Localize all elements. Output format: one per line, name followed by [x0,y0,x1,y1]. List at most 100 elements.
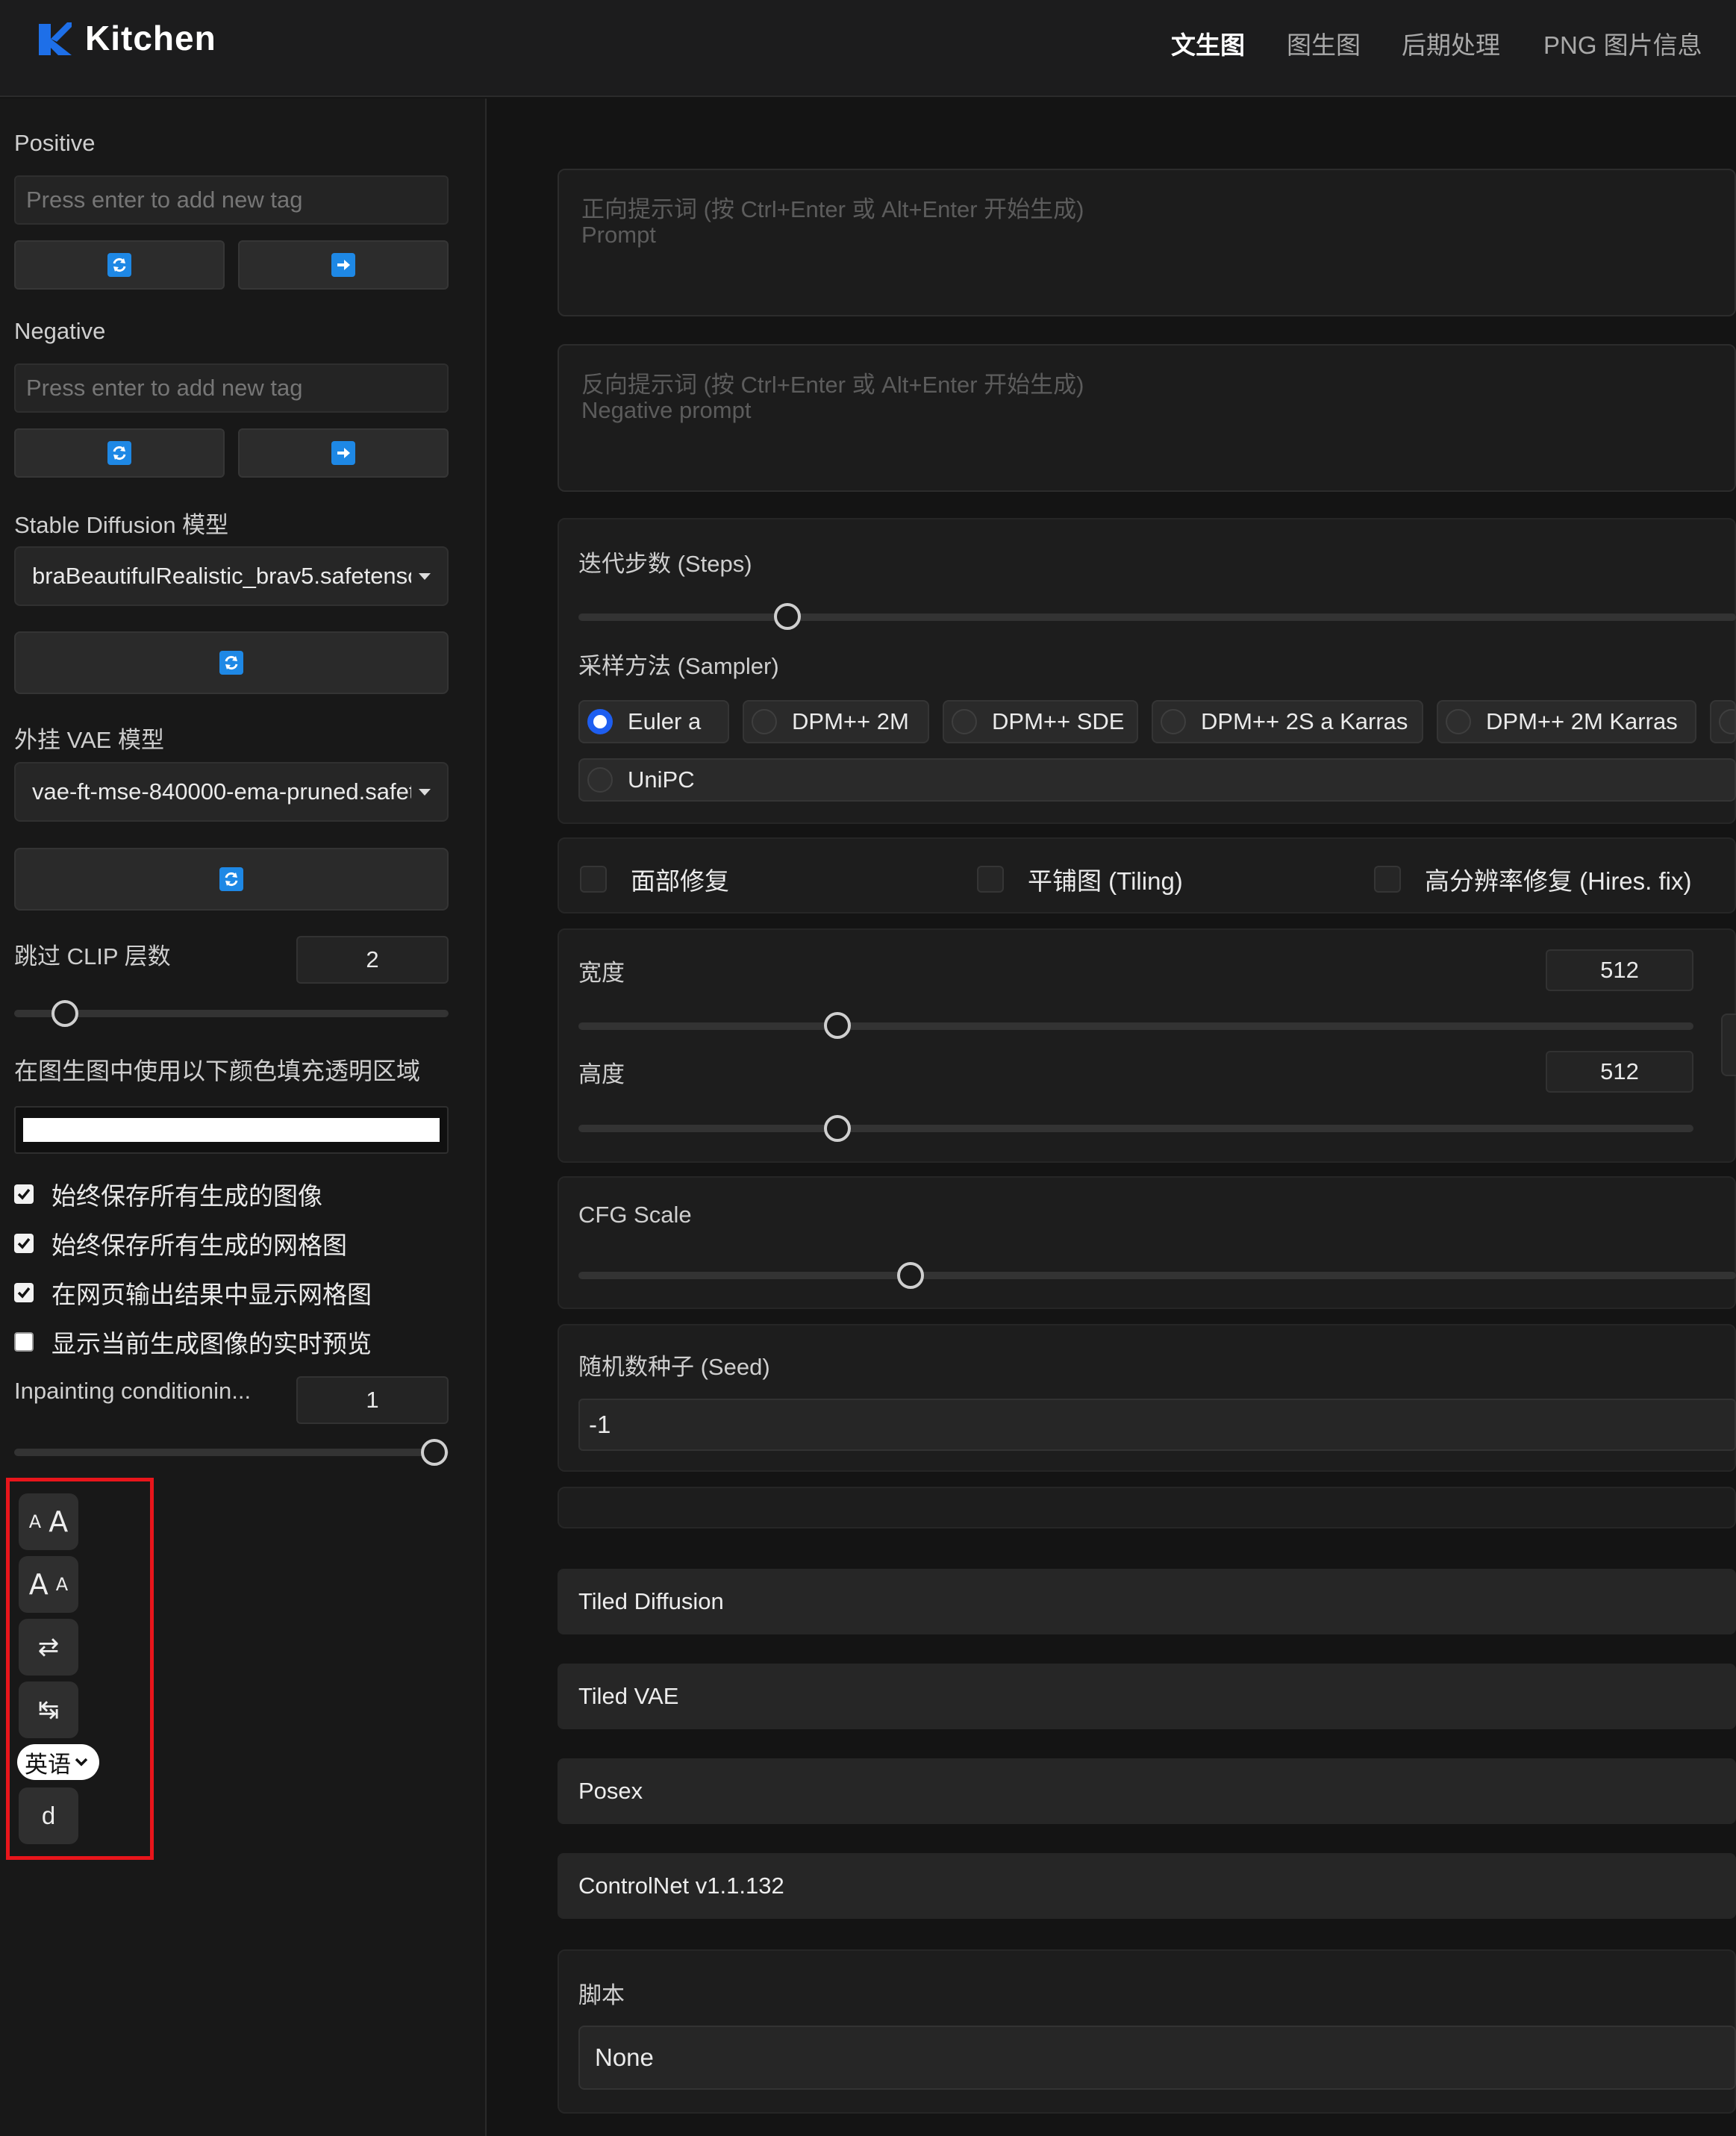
height-input[interactable]: 512 [1546,1051,1693,1093]
sampler-option-dpm-2m-karras[interactable]: DPM++ 2M Karras [1437,700,1696,743]
width-input[interactable]: 512 [1546,949,1693,991]
steps-label: 迭代步数 (Steps) [578,551,752,577]
app-title: Kitchen [85,19,216,57]
language-value: 英语 [25,1751,71,1778]
sampler-option-unipc[interactable]: UniPC [578,758,1736,802]
tab-extras[interactable]: 后期处理 [1402,25,1500,61]
cfg-slider-thumb[interactable] [897,1262,924,1289]
sampler-option-more[interactable] [1710,700,1736,743]
width-label: 宽度 [578,960,625,986]
sampler-option-dpm-2m[interactable]: DPM++ 2M [743,700,929,743]
hires-fix-label: 高分辨率修复 (Hires. fix) [1425,867,1692,895]
positive-send-button[interactable] [238,240,449,290]
tab-txt2img[interactable]: 文生图 [1171,25,1245,61]
save-grids-checkbox[interactable]: 始终保存所有生成的网格图 [14,1225,347,1261]
tab-img2img[interactable]: 图生图 [1287,25,1361,61]
font-decrease-button[interactable]: AA [19,1556,78,1613]
positive-label: Positive [14,130,96,156]
checkbox-unchecked-icon [1374,866,1401,893]
sampler-option-dpm-2s-a-karras[interactable]: DPM++ 2S a Karras [1152,700,1423,743]
checkbox-checked-icon [14,1184,34,1204]
radio-unselected-icon [952,709,977,734]
script-label: 脚本 [578,1982,625,2008]
height-slider-thumb[interactable] [824,1115,851,1142]
chevron-down-icon [419,572,431,580]
tab-png-info[interactable]: PNG 图片信息 [1543,25,1702,61]
language-select[interactable]: 英语 [17,1744,99,1780]
accordion-posex[interactable]: Posex [558,1758,1736,1824]
inpainting-slider-thumb[interactable] [421,1439,448,1466]
sd-model-value: braBeautifulRealistic_brav5.safetensors [32,563,411,589]
top-bar: Kitchen 文生图 图生图 后期处理 PNG 图片信息 [0,0,1736,97]
swap-icon[interactable]: ⇄ [19,1619,78,1676]
sampler-option-label: DPM++ 2M [792,708,909,734]
face-restore-checkbox[interactable]: 面部修复 [580,861,729,897]
save-images-checkbox[interactable]: 始终保存所有生成的图像 [14,1176,322,1212]
height-slider-track[interactable] [578,1125,1693,1132]
seed-input[interactable]: -1 [578,1399,1736,1451]
d-button[interactable]: d [19,1787,78,1844]
face-restore-label: 面部修复 [631,867,729,895]
steps-slider-track[interactable] [578,613,1736,621]
arrow-right-icon [331,253,355,277]
script-dropdown[interactable]: None [578,2026,1736,2090]
hires-fix-checkbox[interactable]: 高分辨率修复 (Hires. fix) [1374,861,1692,897]
prompt-textarea[interactable] [558,169,1736,316]
inpainting-slider-track[interactable] [14,1449,449,1456]
seed-label: 随机数种子 (Seed) [578,1354,770,1380]
fill-color-picker[interactable] [14,1106,449,1154]
negative-label: Negative [14,318,106,344]
clip-skip-slider-track[interactable] [14,1010,449,1017]
swap-dimensions-button[interactable] [1721,1014,1736,1076]
extra-panel [558,1487,1736,1528]
sampler-option-label: DPM++ 2S a Karras [1201,708,1408,734]
negative-tag-input[interactable] [14,363,449,413]
clip-skip-label: 跳过 CLIP 层数 [14,943,171,969]
accordion-tiled-vae[interactable]: Tiled VAE [558,1664,1736,1729]
sampler-option-dpm-sde[interactable]: DPM++ SDE [943,700,1138,743]
translate-swap-icon[interactable]: ↹ [19,1681,78,1738]
font-increase-button[interactable]: AA [19,1493,78,1550]
small-a-glyph: A [55,1574,69,1595]
width-slider-track[interactable] [578,1022,1693,1030]
cfg-slider-track[interactable] [578,1272,1736,1279]
radio-unselected-icon [587,767,613,793]
steps-slider-thumb[interactable] [774,603,801,630]
sampler-option-euler-a[interactable]: Euler a [578,700,729,743]
refresh-icon [107,441,131,465]
vae-dropdown[interactable]: vae-ft-mse-840000-ema-pruned.safetensors [14,762,449,822]
inpainting-label: Inpainting conditionin... [14,1378,252,1404]
chevron-down-icon [419,788,431,796]
checkbox-checked-icon [14,1283,34,1302]
sd-model-label: Stable Diffusion 模型 [14,512,229,538]
refresh-icon [107,253,131,277]
positive-refresh-button[interactable] [14,240,225,290]
accordion-tiled-diffusion[interactable]: Tiled Diffusion [558,1569,1736,1634]
sampler-option-label: DPM++ SDE [992,708,1125,734]
negative-send-button[interactable] [238,428,449,478]
sampler-option-label: Euler a [628,708,702,734]
show-grid-label: 在网页输出结果中显示网格图 [51,1281,372,1308]
inpainting-input[interactable]: 1 [296,1376,449,1424]
tiling-checkbox[interactable]: 平铺图 (Tiling) [977,861,1183,897]
large-a-glyph: A [28,1568,49,1601]
width-slider-thumb[interactable] [824,1012,851,1039]
positive-tag-input[interactable] [14,175,449,225]
show-grid-checkbox[interactable]: 在网页输出结果中显示网格图 [14,1275,372,1311]
clip-skip-slider-thumb[interactable] [51,1000,78,1027]
chevron-down-icon [75,1758,88,1767]
negative-refresh-button[interactable] [14,428,225,478]
clip-skip-input[interactable]: 2 [296,936,449,984]
sd-model-dropdown[interactable]: braBeautifulRealistic_brav5.safetensors [14,546,449,606]
negative-prompt-textarea[interactable] [558,344,1736,492]
radio-unselected-icon [1719,709,1735,734]
arrow-right-icon [331,441,355,465]
cfg-label: CFG Scale [578,1202,692,1228]
radio-selected-icon [587,709,613,734]
live-preview-checkbox[interactable]: 显示当前生成图像的实时预览 [14,1324,372,1360]
vae-refresh-button[interactable] [14,848,449,911]
tiling-label: 平铺图 (Tiling) [1028,867,1183,895]
sd-model-refresh-button[interactable] [14,631,449,694]
vae-label: 外挂 VAE 模型 [14,727,164,753]
accordion-controlnet[interactable]: ControlNet v1.1.132 [558,1853,1736,1919]
